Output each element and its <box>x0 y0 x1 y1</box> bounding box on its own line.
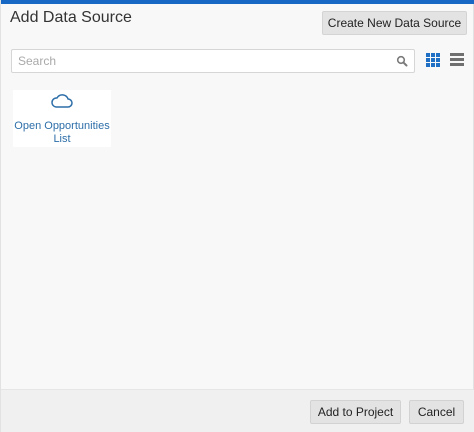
list-view-icon[interactable] <box>450 53 464 67</box>
add-data-source-dialog: Add Data Source Create New Data Source O… <box>0 0 474 432</box>
grid-view-icon[interactable] <box>426 53 440 67</box>
search-icon[interactable] <box>396 55 408 67</box>
dialog-accent-bar <box>1 0 474 4</box>
cancel-button[interactable]: Cancel <box>409 400 464 424</box>
create-new-data-source-button[interactable]: Create New Data Source <box>322 11 467 35</box>
dialog-footer: Add to Project Cancel <box>1 389 474 432</box>
search-input[interactable] <box>12 50 392 72</box>
dialog-title: Add Data Source <box>10 9 132 26</box>
add-to-project-button[interactable]: Add to Project <box>310 400 401 424</box>
data-source-tile[interactable]: Open Opportunities List <box>13 90 111 147</box>
cloud-icon <box>51 94 73 108</box>
search-box <box>11 49 415 73</box>
data-source-label[interactable]: Open Opportunities List <box>13 120 111 146</box>
